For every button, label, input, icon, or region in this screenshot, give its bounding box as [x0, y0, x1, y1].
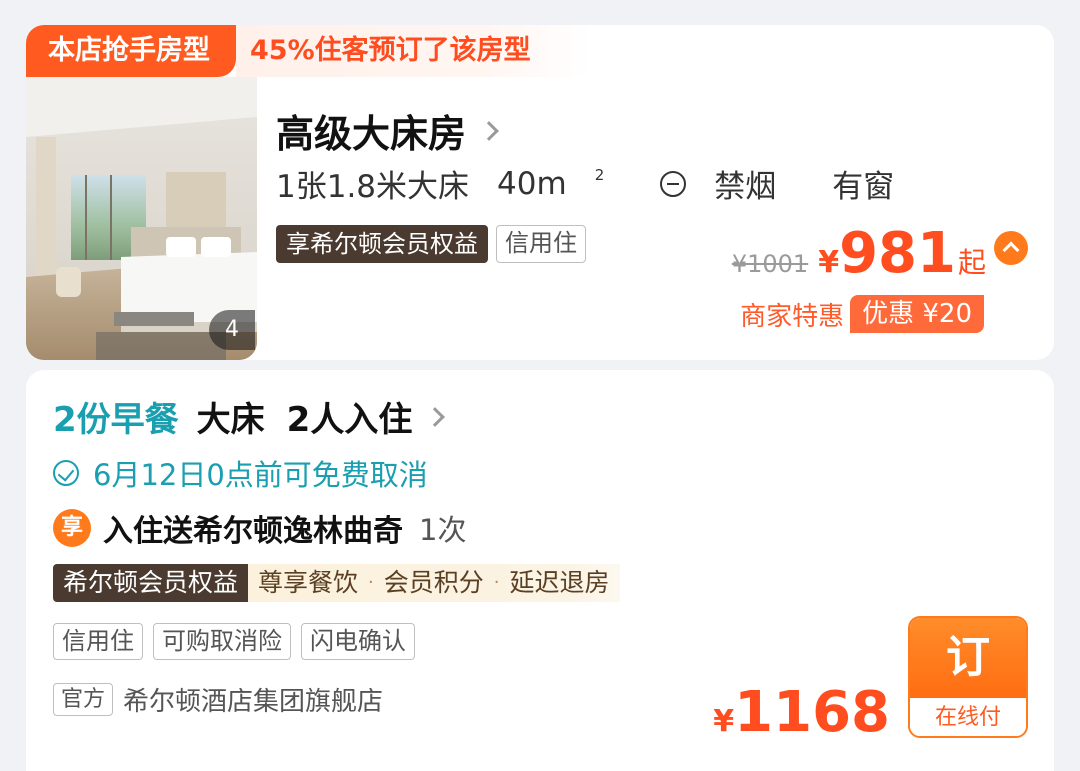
credit-stay-tag: 信用住	[496, 225, 586, 263]
seller-info: 官方 希尔顿酒店集团旗舰店	[53, 681, 383, 718]
room-title: 高级大床房	[276, 112, 467, 156]
member-perk-item: 延迟退房	[509, 568, 610, 597]
separator-dot: ·	[493, 572, 500, 593]
promo-label: 商家特惠	[740, 301, 845, 332]
collapse-chevron-up-icon[interactable]	[994, 230, 1028, 265]
room-card[interactable]: 本店抢手房型 45%住客预订了该房型 4 高级大床房 1张1.8米大床 40m …	[26, 25, 1054, 360]
photo-count-badge[interactable]: 4	[209, 310, 255, 350]
service-tag: 信用住	[53, 623, 143, 660]
pay-online-label: 在线付	[910, 698, 1026, 736]
rate-plan-card[interactable]: 2份早餐 大床 2人入住 6月12日0点前可免费取消 享 入住送希尔顿逸林曲奇 …	[26, 370, 1054, 771]
book-button-label: 订	[910, 618, 1026, 698]
room-title-link[interactable]: 高级大床房	[276, 103, 499, 158]
member-perk-list: 尊享餐饮 · 会员积分 · 延迟退房	[248, 564, 620, 602]
discount-badge: 优惠 ¥20	[850, 295, 984, 333]
perk-text: 入住送希尔顿逸林曲奇	[103, 514, 403, 549]
book-button[interactable]: 订 在线付	[908, 616, 1028, 738]
perk-badge-icon: 享	[53, 509, 91, 547]
service-tag: 闪电确认	[301, 623, 415, 660]
check-circle-icon	[53, 460, 79, 486]
popular-room-tag: 本店抢手房型	[26, 25, 236, 77]
room-tags: 享希尔顿会员权益 信用住	[276, 225, 586, 263]
cancellation-text: 6月12日0点前可免费取消	[93, 458, 428, 492]
price-value: 981	[839, 221, 956, 286]
chevron-right-icon	[479, 120, 499, 141]
chevron-right-icon	[425, 406, 446, 427]
area-spec: 40m 2	[497, 165, 605, 202]
service-tag: 可购取消险	[153, 623, 291, 660]
free-cancellation: 6月12日0点前可免费取消	[53, 452, 428, 494]
room-photo[interactable]: 4	[26, 77, 257, 360]
rate-plan-title[interactable]: 2份早餐 大床 2人入住	[53, 392, 446, 441]
breakfast-info: 2份早餐	[53, 400, 179, 440]
official-tag: 官方	[53, 683, 114, 716]
store-name: 希尔顿酒店集团旗舰店	[123, 687, 384, 717]
promo-row: 商家特惠 优惠 ¥20	[740, 295, 984, 333]
rate-plan-price: ¥ 1168	[713, 680, 890, 745]
gift-perk: 享 入住送希尔顿逸林曲奇 1次	[53, 506, 466, 550]
price-suffix: 起	[957, 246, 986, 279]
smoking-spec: 禁烟	[660, 161, 804, 206]
no-smoking-icon	[660, 170, 687, 197]
member-benefits: 希尔顿会员权益 尊享餐饮 · 会员积分 · 延迟退房	[53, 564, 620, 602]
room-price: ¥1001 ¥ 981 起	[732, 221, 1028, 286]
currency-symbol: ¥	[818, 245, 840, 280]
service-tags: 信用住 可购取消险 闪电确认	[53, 623, 415, 660]
original-price: ¥1001	[731, 250, 809, 278]
member-benefits-label: 希尔顿会员权益	[53, 564, 249, 602]
occupancy: 2人入住	[286, 400, 413, 440]
member-perk-item: 会员积分	[383, 568, 484, 597]
bed-spec: 1张1.8米大床	[276, 169, 470, 205]
member-benefit-tag: 享希尔顿会员权益	[276, 225, 488, 263]
booking-stat: 45%住客预订了该房型	[236, 25, 591, 77]
separator-dot: ·	[368, 572, 374, 593]
window-spec: 有窗	[832, 169, 895, 205]
popular-room-banner: 本店抢手房型 45%住客预订了该房型	[26, 25, 591, 77]
member-perk-item: 尊享餐饮	[258, 568, 359, 597]
bed-type: 大床	[196, 400, 265, 440]
price-value: 1168	[734, 680, 890, 745]
currency-symbol: ¥	[713, 704, 735, 739]
perk-count: 1次	[419, 513, 467, 547]
room-specs: 1张1.8米大床 40m 2 禁烟 有窗	[276, 161, 922, 206]
